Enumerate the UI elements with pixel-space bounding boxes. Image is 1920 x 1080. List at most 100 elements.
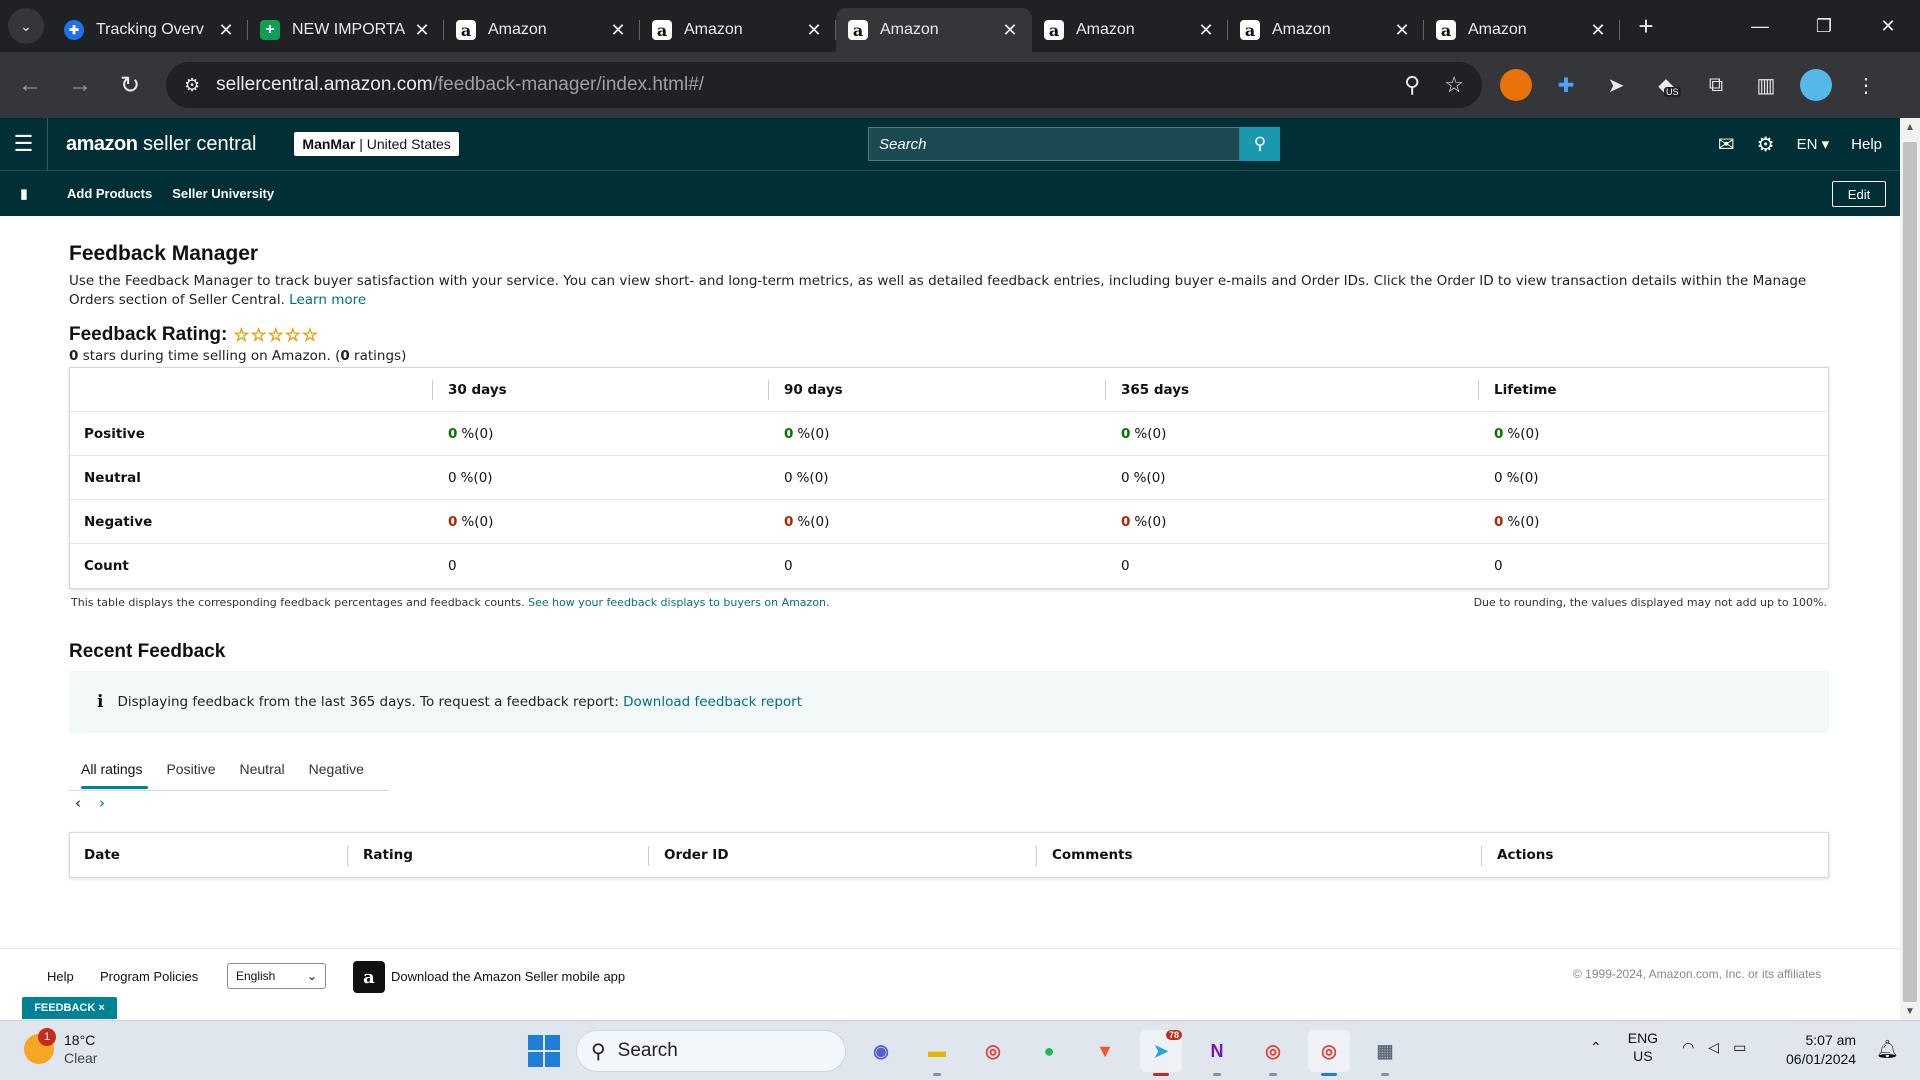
tab-close-icon[interactable]: ✕ [1392, 20, 1412, 41]
wifi-icon[interactable]: ◠ [1682, 1039, 1694, 1056]
account-switcher[interactable]: ManMar | United States [294, 132, 459, 156]
tab-all-ratings[interactable]: All ratings [69, 747, 154, 791]
extensions-puzzle-icon[interactable]: ⧉ [1700, 69, 1732, 101]
col-rating[interactable]: Rating [347, 833, 413, 877]
file-explorer-icon[interactable]: ▬ [916, 1030, 958, 1076]
tab-close-icon[interactable]: ✕ [1196, 20, 1216, 41]
tab-positive[interactable]: Positive [154, 747, 227, 791]
tracking-icon: ✚ [64, 20, 84, 40]
footer-language-select[interactable]: English ⌄ [227, 963, 326, 989]
calculator-icon[interactable]: ▦ [1364, 1030, 1406, 1076]
chrome-profile-icon[interactable]: ◎ [1252, 1030, 1294, 1076]
help-link[interactable]: Help [1851, 136, 1882, 153]
extension-vpn-icon[interactable]: ◆ US [1650, 69, 1682, 101]
browser-tab[interactable]: a Amazon ✕ [1228, 8, 1424, 52]
new-tab-button[interactable]: + [1628, 8, 1664, 44]
url-host: sellercentral.amazon.com [216, 74, 433, 95]
feedback-tab-button[interactable]: FEEDBACK × [22, 997, 117, 1019]
telegram-icon[interactable]: ➤ 78 [1140, 1030, 1182, 1076]
page-scrollbar[interactable]: ▲ ▼ [1900, 118, 1920, 1020]
weather-widget[interactable]: 1 18°C Clear [24, 1028, 97, 1067]
side-panel-icon[interactable]: ▥ [1750, 69, 1782, 101]
teams-icon[interactable]: ◉ [860, 1030, 902, 1072]
tab-close-icon[interactable]: ✕ [804, 20, 824, 41]
next-page-icon[interactable]: › [99, 794, 105, 812]
col-order-id[interactable]: Order ID [648, 833, 729, 877]
browser-tab[interactable]: a Amazon ✕ [1424, 8, 1620, 52]
scroll-up-icon[interactable]: ▲ [1900, 118, 1920, 136]
hamburger-menu-icon[interactable]: ☰ [0, 118, 48, 170]
back-button[interactable]: ← [8, 63, 52, 107]
address-bar[interactable]: ⚙ sellercentral.amazon.com/feedback-mana… [166, 62, 1482, 108]
scroll-down-icon[interactable]: ▼ [1900, 1002, 1920, 1020]
edit-bookmarks-button[interactable]: Edit [1832, 181, 1886, 207]
extension-orange-icon[interactable] [1500, 69, 1532, 101]
taskbar-search[interactable]: ⚲ Search [576, 1030, 846, 1072]
tab-negative[interactable]: Negative [297, 747, 376, 791]
seller-university-link[interactable]: Seller University [172, 186, 274, 201]
search-button[interactable]: ⚲ [1240, 127, 1280, 161]
settings-gear-icon[interactable]: ⚙ [1757, 132, 1775, 157]
show-hidden-icons-icon[interactable]: ⌃ [1590, 1039, 1602, 1056]
amazon-icon: a [1044, 20, 1064, 40]
seller-central-logo[interactable]: amazon seller central [66, 133, 256, 156]
lang-bottom: US [1633, 1048, 1653, 1064]
zoom-icon[interactable]: ⚲ [1404, 72, 1420, 98]
site-info-icon[interactable]: ⚙ [184, 75, 200, 96]
col-lifetime: Lifetime [1478, 368, 1557, 411]
col-date[interactable]: Date [84, 833, 120, 877]
chrome-icon[interactable]: ◎ [972, 1030, 1014, 1072]
tab-close-icon[interactable]: ✕ [216, 20, 236, 41]
add-products-link[interactable]: Add Products [67, 186, 152, 201]
program-policies-link[interactable]: Program Policies [100, 969, 198, 984]
profile-avatar[interactable] [1800, 69, 1832, 101]
browser-tab[interactable]: a Amazon ✕ [836, 8, 1032, 52]
footer-help-link[interactable]: Help [47, 969, 74, 984]
extension-arrow-icon[interactable]: ➤ [1600, 69, 1632, 101]
bookmark-icon[interactable]: ▮ [0, 186, 48, 202]
close-window-button[interactable]: ✕ [1856, 0, 1920, 52]
browser-tab[interactable]: a Amazon ✕ [640, 8, 836, 52]
previous-page-icon[interactable]: ‹ [75, 794, 81, 812]
onenote-icon[interactable]: N [1196, 1030, 1238, 1076]
browser-menu-icon[interactable]: ⋮ [1850, 69, 1882, 101]
tab-close-icon[interactable]: ✕ [608, 20, 628, 41]
input-language[interactable]: ENG US [1628, 1029, 1658, 1065]
browser-tab[interactable]: a Amazon ✕ [444, 8, 640, 52]
extension-blue-icon[interactable]: ✚ [1550, 69, 1582, 101]
amazon-app-icon[interactable]: a [353, 961, 385, 993]
battery-icon[interactable]: ▭ [1733, 1039, 1746, 1056]
tab-search-button[interactable]: ⌄ [8, 8, 44, 44]
spotify-icon[interactable]: ● [1028, 1030, 1070, 1072]
bookmark-star-icon[interactable]: ☆ [1444, 72, 1464, 98]
telegram-badge: 78 [1165, 1030, 1182, 1040]
language-selector[interactable]: EN ▾ [1797, 135, 1830, 153]
mail-icon[interactable]: ✉ [1718, 132, 1735, 157]
volume-icon[interactable]: ◁ [1708, 1039, 1719, 1056]
brave-icon[interactable]: ▼ [1084, 1030, 1126, 1072]
download-app-link[interactable]: Download the Amazon Seller mobile app [391, 969, 625, 984]
browser-tab[interactable]: + NEW IMPORTA ✕ [248, 8, 444, 52]
taskbar-clock[interactable]: 5:07 am 06/01/2024 [1786, 1031, 1856, 1069]
minimize-button[interactable]: — [1728, 0, 1792, 52]
tab-neutral[interactable]: Neutral [228, 747, 297, 791]
metric-value: 0 [1494, 469, 1503, 486]
feedback-display-link[interactable]: See how your feedback displays to buyers… [528, 596, 829, 609]
windows-start-icon[interactable] [528, 1035, 560, 1067]
tab-close-icon[interactable]: ✕ [1588, 20, 1608, 41]
seller-search-input[interactable]: Search [868, 127, 1240, 161]
browser-tab[interactable]: a Amazon ✕ [1032, 8, 1228, 52]
tab-close-icon[interactable]: ✕ [412, 20, 432, 41]
scroll-thumb[interactable] [1903, 142, 1917, 1002]
learn-more-link[interactable]: Learn more [289, 292, 366, 308]
browser-tab[interactable]: ✚ Tracking Overv ✕ [52, 8, 248, 52]
col-comments[interactable]: Comments [1036, 833, 1133, 877]
download-report-link[interactable]: Download feedback report [623, 694, 802, 710]
url-text[interactable]: sellercentral.amazon.com/feedback-manage… [216, 74, 1380, 96]
chrome-active-icon[interactable]: ◎ [1308, 1030, 1350, 1076]
reload-button[interactable]: ↻ [108, 63, 152, 107]
notification-bell-icon[interactable]: 🔔︎ [1876, 1039, 1899, 1060]
forward-button[interactable]: → [58, 63, 102, 107]
restore-button[interactable]: ❐ [1792, 0, 1856, 52]
tab-close-icon[interactable]: ✕ [1000, 20, 1020, 41]
